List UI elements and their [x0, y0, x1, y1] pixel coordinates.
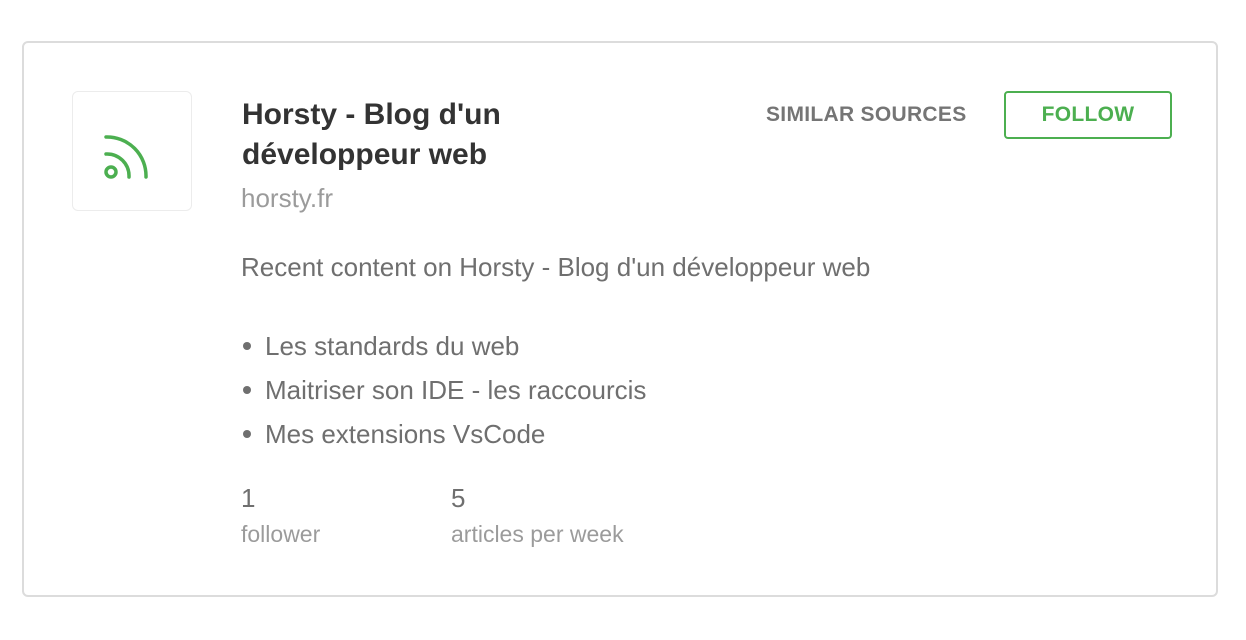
followers-label: follower — [241, 521, 321, 547]
follow-button[interactable]: FOLLOW — [1004, 91, 1172, 139]
source-title[interactable]: Horsty - Blog d'un développeur web — [242, 95, 662, 175]
followers-stat: 1 follower — [241, 483, 320, 548]
bullet-icon — [243, 430, 251, 438]
article-title[interactable]: Les standards du web — [265, 331, 519, 361]
articles-per-week-label: articles per week — [451, 521, 624, 547]
source-logo — [72, 91, 192, 211]
rss-feed-icon — [104, 135, 148, 179]
article-title[interactable]: Maitriser son IDE - les raccourcis — [265, 375, 646, 405]
articles-per-week-stat: 5 articles per week — [451, 483, 624, 548]
bullet-icon — [243, 386, 251, 394]
bullet-icon — [243, 342, 251, 350]
list-item[interactable]: Mes extensions VsCode — [241, 412, 646, 456]
source-card: Horsty - Blog d'un développeur web horst… — [22, 41, 1218, 597]
source-description: Recent content on Horsty - Blog d'un dév… — [241, 252, 871, 282]
recent-articles-list: Les standards du web Maitriser son IDE -… — [241, 324, 646, 456]
list-item[interactable]: Les standards du web — [241, 324, 646, 368]
articles-per-week-count: 5 — [451, 483, 466, 513]
similar-sources-button[interactable]: SIMILAR SOURCES — [752, 91, 981, 139]
source-domain[interactable]: horsty.fr — [241, 183, 333, 213]
followers-count: 1 — [241, 483, 256, 513]
list-item[interactable]: Maitriser son IDE - les raccourcis — [241, 368, 646, 412]
article-title[interactable]: Mes extensions VsCode — [265, 419, 545, 449]
